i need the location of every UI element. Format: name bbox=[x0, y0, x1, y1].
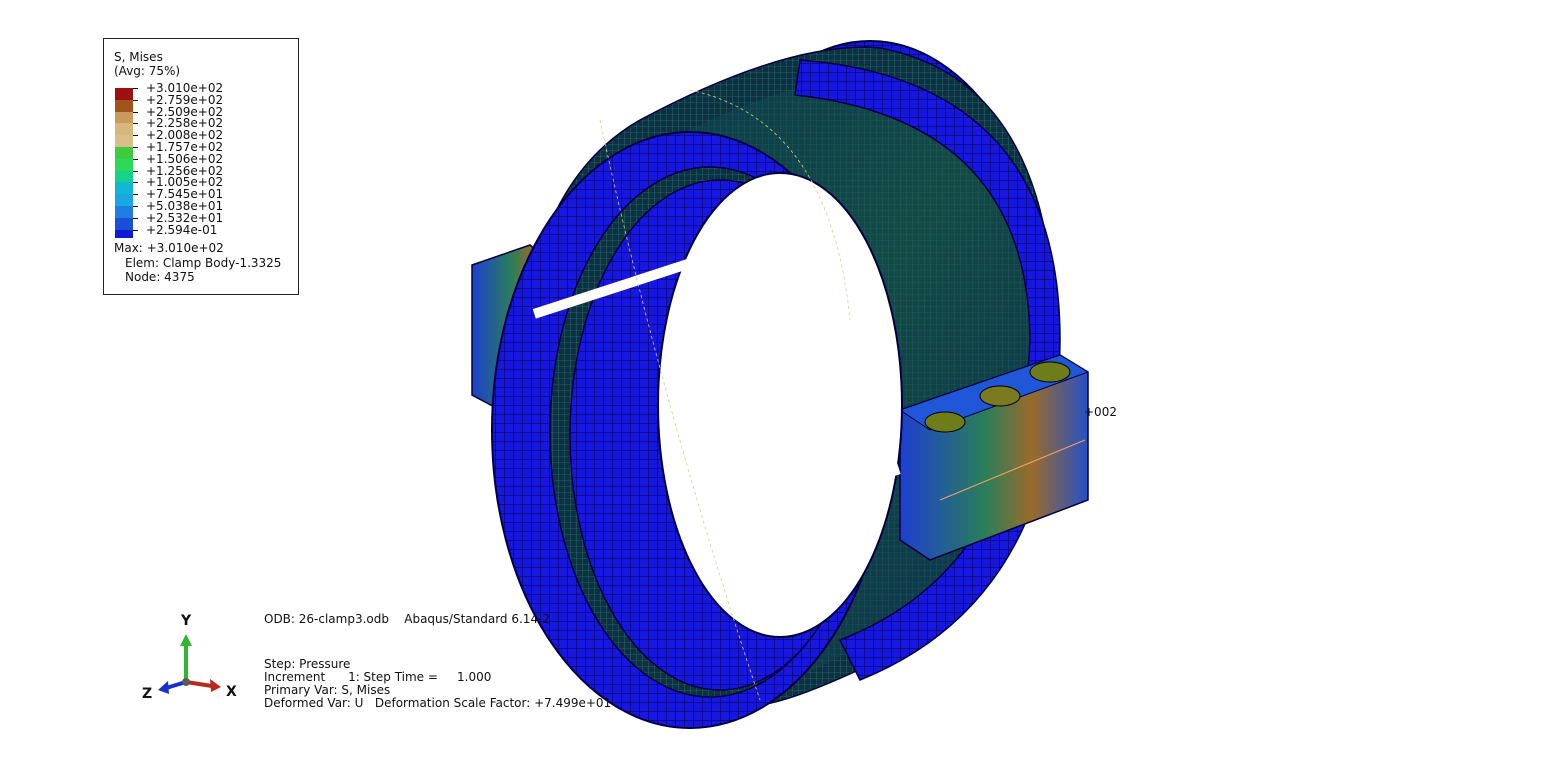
triad-z-label: Z bbox=[142, 686, 153, 702]
legend-swatch bbox=[115, 146, 133, 159]
view-triad: Y X Z bbox=[138, 612, 248, 702]
probe-value-label: +002 bbox=[1084, 405, 1117, 419]
legend-swatch bbox=[115, 111, 133, 124]
legend-swatch bbox=[115, 205, 133, 218]
legend-swatch bbox=[115, 229, 133, 238]
legend-max-node: Node: 4375 bbox=[125, 270, 195, 284]
legend-swatch bbox=[115, 135, 133, 147]
legend-max-value: Max: +3.010e+02 bbox=[114, 241, 224, 255]
contour-legend[interactable]: S, Mises (Avg: 75%) +3.010e+02 +2.759e+02… bbox=[103, 38, 299, 295]
legend-swatch bbox=[115, 217, 133, 230]
legend-swatch bbox=[115, 158, 133, 171]
legend-swatch bbox=[115, 123, 133, 136]
legend-tick: +1.506e+02 bbox=[133, 153, 223, 165]
legend-max-element: Elem: Clamp Body-1.3325 bbox=[125, 256, 282, 270]
deformed-var-info: Deformed Var: U Deformation Scale Factor… bbox=[264, 696, 612, 710]
odb-info: ODB: 26-clamp3.odb Abaqus/Standard 6.14-… bbox=[264, 612, 551, 626]
legend-swatch bbox=[115, 194, 133, 206]
legend-tick: +2.759e+02 bbox=[133, 94, 223, 106]
legend-tick: +2.532e+01 bbox=[133, 212, 223, 224]
legend-color-bar bbox=[115, 88, 133, 238]
legend-swatch bbox=[115, 170, 133, 183]
legend-subtitle: (Avg: 75%) bbox=[114, 64, 181, 78]
legend-title: S, Mises bbox=[114, 50, 163, 64]
legend-tick: +2.594e-01 bbox=[133, 224, 217, 236]
legend-swatch bbox=[115, 88, 133, 100]
triad-x-label: X bbox=[226, 684, 237, 700]
graphics-viewport[interactable]: S, Mises (Avg: 75%) +3.010e+02 +2.759e+02… bbox=[0, 0, 1560, 767]
triad-y-label: Y bbox=[181, 613, 192, 629]
legend-swatch bbox=[115, 99, 133, 112]
legend-swatch bbox=[115, 182, 133, 195]
legend-tick-label: +2.594e-01 bbox=[146, 222, 218, 237]
